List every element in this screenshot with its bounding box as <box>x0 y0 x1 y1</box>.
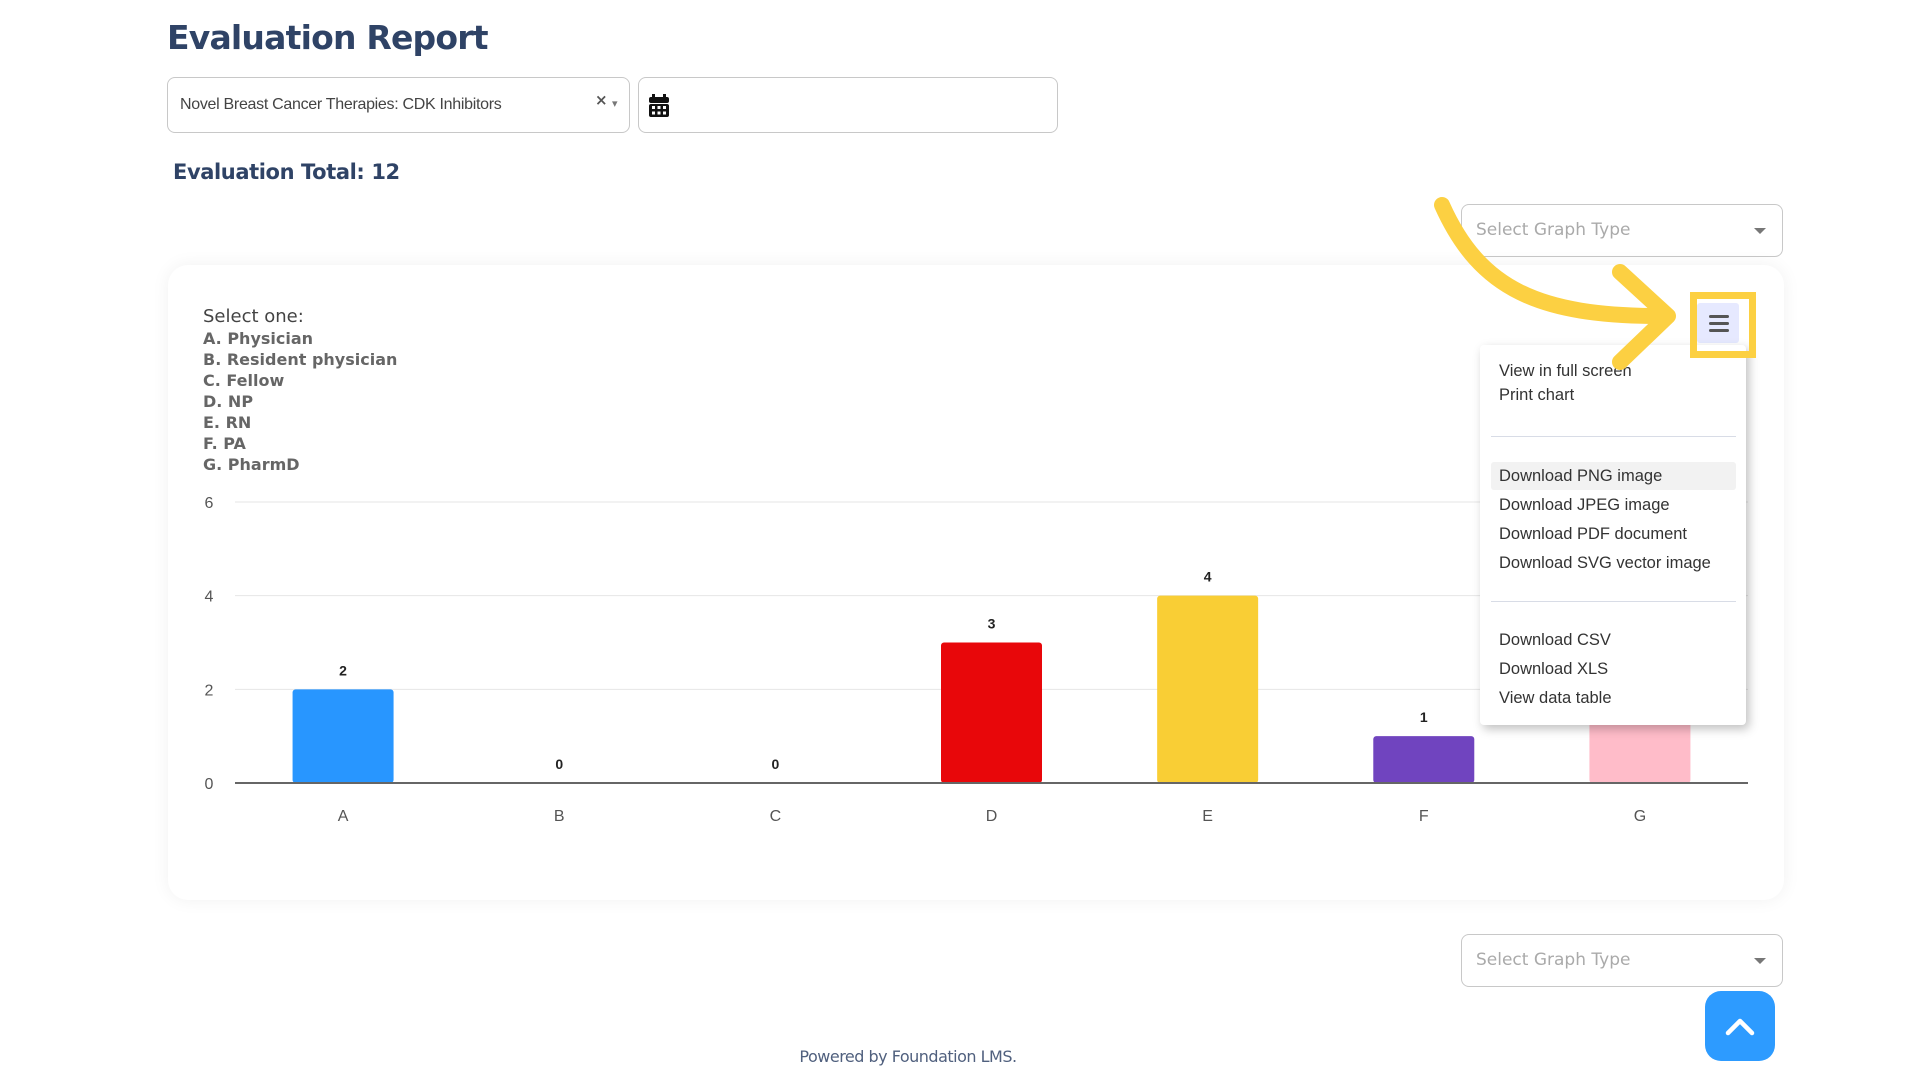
caret-down-icon <box>1754 958 1766 964</box>
data-label: 4 <box>1204 569 1212 585</box>
menu-separator <box>1491 601 1736 602</box>
data-label: 0 <box>555 756 563 772</box>
y-tick-label: 2 <box>205 682 214 699</box>
answer-option: C. Fellow <box>203 371 285 390</box>
data-label: 3 <box>988 616 996 632</box>
menu-item-download-pdf[interactable]: Download PDF document <box>1491 520 1736 548</box>
x-tick-label: A <box>338 808 349 825</box>
menu-item-download-svg[interactable]: Download SVG vector image <box>1491 549 1736 577</box>
clear-icon[interactable]: × <box>595 91 608 109</box>
chevron-down-icon[interactable]: ▾ <box>612 97 618 110</box>
y-tick-label: 6 <box>205 495 214 512</box>
course-select[interactable]: Novel Breast Cancer Therapies: CDK Inhib… <box>167 77 630 133</box>
answer-option: A. Physician <box>203 329 314 348</box>
data-label: 2 <box>339 662 347 678</box>
menu-item-download-jpeg[interactable]: Download JPEG image <box>1491 491 1736 519</box>
x-tick-label: C <box>770 808 782 825</box>
bar-D[interactable] <box>941 642 1042 784</box>
answer-option: E. RN <box>203 413 252 432</box>
answer-option: F. PA <box>203 434 246 453</box>
bar-A[interactable] <box>292 689 394 783</box>
bar-E[interactable] <box>1157 595 1259 783</box>
menu-separator <box>1491 436 1736 437</box>
chart-question: Select one: A. Physician B. Resident phy… <box>203 306 397 475</box>
menu-item-download-png[interactable]: Download PNG image <box>1491 462 1736 490</box>
x-tick-label: B <box>554 808 565 825</box>
bar-F[interactable] <box>1373 736 1475 783</box>
graph-type-select-bottom[interactable]: Select Graph Type <box>1461 934 1783 987</box>
menu-item-view-data-table[interactable]: View data table <box>1491 684 1736 712</box>
x-tick-label: D <box>986 808 998 825</box>
menu-item-print-chart[interactable]: Print chart <box>1491 381 1736 409</box>
menu-item-download-csv[interactable]: Download CSV <box>1491 626 1736 654</box>
footer-text: Powered by Foundation LMS. <box>799 1047 1017 1066</box>
answer-option: D. NP <box>203 392 254 411</box>
graph-type-select-top[interactable]: Select Graph Type <box>1461 204 1783 257</box>
calendar-icon[interactable] <box>648 94 670 118</box>
course-select-value: Novel Breast Cancer Therapies: CDK Inhib… <box>180 96 502 113</box>
answer-option: B. Resident physician <box>203 350 398 369</box>
answer-option: G. PharmD <box>203 455 300 474</box>
y-tick-label: 0 <box>205 776 214 793</box>
x-tick-label: F <box>1419 808 1429 825</box>
graph-type-placeholder: Select Graph Type <box>1476 950 1631 970</box>
question-prompt: Select one: <box>203 306 304 327</box>
menu-item-download-xls[interactable]: Download XLS <box>1491 655 1736 683</box>
data-label: 0 <box>771 756 779 772</box>
annotation-highlight-box <box>1690 292 1756 358</box>
evaluation-total: Evaluation Total: 12 <box>173 160 400 184</box>
y-tick-label: 4 <box>205 589 214 606</box>
chart-export-menu: View in full screen Print chart Download… <box>1480 345 1746 725</box>
x-tick-label: E <box>1202 808 1213 825</box>
page-title: Evaluation Report <box>167 18 488 57</box>
x-tick-label: G <box>1634 808 1646 825</box>
graph-type-placeholder: Select Graph Type <box>1476 220 1631 240</box>
data-label: 1 <box>1420 709 1428 725</box>
date-range-input[interactable] <box>638 77 1058 133</box>
caret-down-icon <box>1754 228 1766 234</box>
